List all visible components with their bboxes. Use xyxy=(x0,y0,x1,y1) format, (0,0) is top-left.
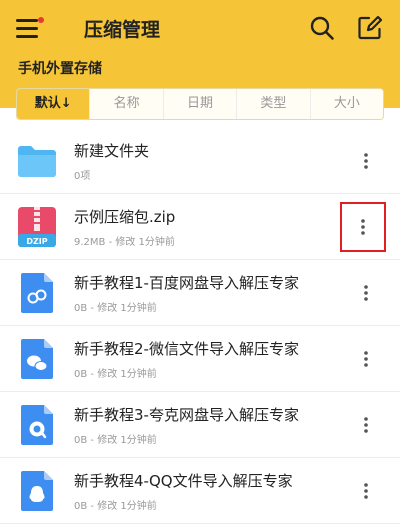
sort-bar: 默认↓ 名称 日期 类型 大小 xyxy=(16,88,384,120)
page-title: 压缩管理 xyxy=(84,18,161,41)
list-item-tutorial-1[interactable]: 新手教程1-百度网盘导入解压专家 0B - 修改 1分钟前 xyxy=(0,260,400,326)
search-icon xyxy=(310,16,334,40)
storage-location-label: 手机外置存储 xyxy=(18,61,102,77)
file-meta: 新手教程1-百度网盘导入解压专家 0B - 修改 1分钟前 xyxy=(74,272,348,314)
list-item-tutorial-4[interactable]: 新手教程4-QQ文件导入解压专家 0B - 修改 1分钟前 xyxy=(0,458,400,524)
file-name: 新手教程2-微信文件导入解压专家 xyxy=(74,339,299,358)
list-item-tutorial-2[interactable]: 新手教程2-微信文件导入解压专家 0B - 修改 1分钟前 xyxy=(0,326,400,392)
sort-tab-name[interactable]: 名称 xyxy=(90,89,164,119)
search-button[interactable] xyxy=(308,14,336,42)
file-name: 新建文件夹 xyxy=(74,141,150,160)
sort-tab-type[interactable]: 类型 xyxy=(237,89,311,119)
dzip-icon: DZIP xyxy=(16,206,58,248)
notification-dot xyxy=(38,17,44,23)
edit-button[interactable] xyxy=(356,14,384,42)
top-actions xyxy=(308,14,384,42)
quark-doc-icon xyxy=(16,404,58,446)
wechat-doc-icon xyxy=(16,338,58,380)
baidu-doc-icon xyxy=(16,272,58,314)
file-info: 0B - 修改 1分钟前 xyxy=(74,368,157,380)
sort-tab-size[interactable]: 大小 xyxy=(311,89,383,119)
list-item-zip[interactable]: DZIP 示例压缩包.zip 9.2MB - 修改 1分钟前 xyxy=(0,194,400,260)
more-options-button[interactable] xyxy=(348,143,384,179)
file-info: 9.2MB - 修改 1分钟前 xyxy=(74,236,175,248)
file-meta: 示例压缩包.zip 9.2MB - 修改 1分钟前 xyxy=(74,206,342,248)
more-vertical-icon xyxy=(364,482,368,499)
more-options-button[interactable] xyxy=(348,407,384,443)
sort-tab-default[interactable]: 默认↓ xyxy=(17,89,91,119)
file-meta: 新手教程4-QQ文件导入解压专家 0B - 修改 1分钟前 xyxy=(74,470,348,512)
dzip-label: DZIP xyxy=(26,237,47,246)
file-list: 新建文件夹 0项 DZIP 示例压缩包.zip 9.2MB - 修改 1分钟前 xyxy=(0,128,400,524)
menu-icon-line xyxy=(16,26,38,30)
file-meta: 新手教程3-夸克网盘导入解压专家 0B - 修改 1分钟前 xyxy=(74,404,348,446)
file-meta: 新建文件夹 0项 xyxy=(74,140,348,182)
more-vertical-icon xyxy=(364,350,368,367)
menu-button[interactable] xyxy=(16,14,44,42)
menu-icon-line xyxy=(16,18,38,22)
sort-tab-date[interactable]: 日期 xyxy=(164,89,238,119)
more-options-button[interactable] xyxy=(348,473,384,509)
more-options-button[interactable] xyxy=(340,201,386,252)
more-vertical-icon xyxy=(361,218,365,235)
more-vertical-icon xyxy=(364,416,368,433)
file-info: 0B - 修改 1分钟前 xyxy=(74,434,157,446)
list-item-tutorial-3[interactable]: 新手教程3-夸克网盘导入解压专家 0B - 修改 1分钟前 xyxy=(0,392,400,458)
qq-doc-icon xyxy=(16,470,58,512)
more-options-button[interactable] xyxy=(348,341,384,377)
menu-icon-line xyxy=(16,34,38,38)
file-name: 新手教程4-QQ文件导入解压专家 xyxy=(74,471,293,490)
file-info: 0B - 修改 1分钟前 xyxy=(74,302,157,314)
file-info: 0项 xyxy=(74,170,91,182)
folder-icon xyxy=(16,140,58,182)
file-name: 新手教程1-百度网盘导入解压专家 xyxy=(74,273,299,292)
file-name: 新手教程3-夸克网盘导入解压专家 xyxy=(74,405,299,424)
app-header: 压缩管理 手机外置存储 默认↓ 名称 日期 类型 大小 xyxy=(0,0,400,120)
file-name: 示例压缩包.zip xyxy=(74,207,176,226)
more-vertical-icon xyxy=(364,284,368,301)
top-bar: 压缩管理 xyxy=(0,0,400,56)
file-info: 0B - 修改 1分钟前 xyxy=(74,500,157,512)
more-vertical-icon xyxy=(364,152,368,169)
more-options-button[interactable] xyxy=(348,275,384,311)
file-meta: 新手教程2-微信文件导入解压专家 0B - 修改 1分钟前 xyxy=(74,338,348,380)
list-item-folder[interactable]: 新建文件夹 0项 xyxy=(0,128,400,194)
edit-icon xyxy=(358,15,383,40)
